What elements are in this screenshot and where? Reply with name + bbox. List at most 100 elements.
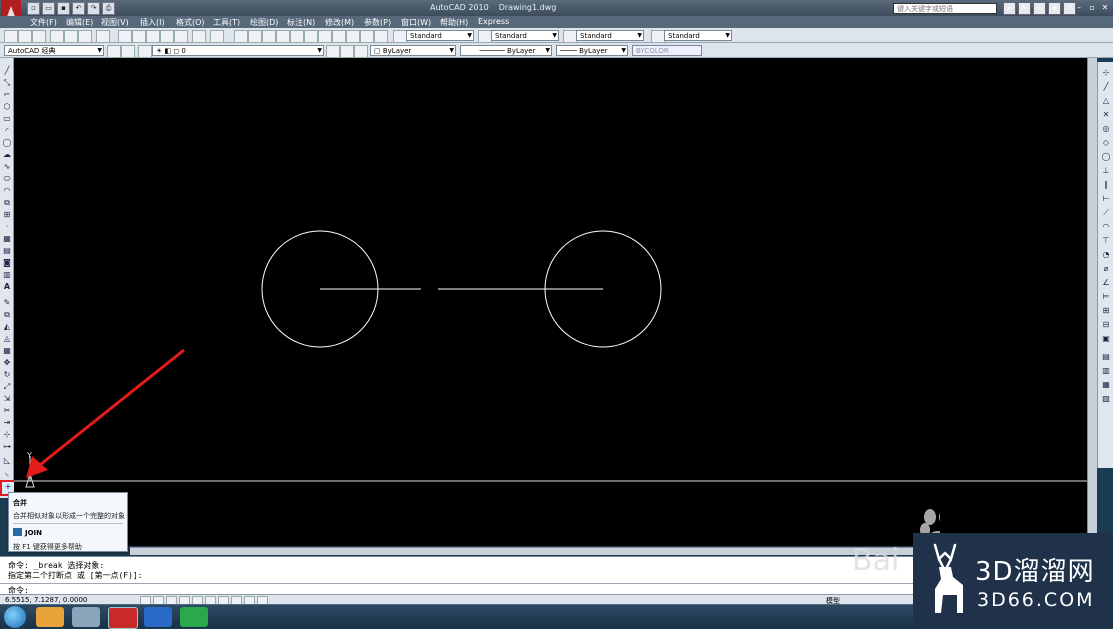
snap-perpendicular-icon[interactable]: ⊥ — [1101, 166, 1111, 176]
region-icon[interactable]: ◙ — [2, 258, 12, 268]
snap-center-icon[interactable]: ◎ — [1101, 124, 1111, 134]
copy-object-icon[interactable]: ⧉ — [2, 310, 12, 320]
rectangle-icon[interactable]: ▭ — [2, 114, 12, 124]
new-icon[interactable]: ▫ — [27, 2, 40, 15]
snap-tangent-icon[interactable]: ◯ — [1101, 152, 1111, 162]
block-editor-icon[interactable] — [174, 30, 188, 43]
sheet-set-icon[interactable] — [332, 30, 346, 43]
redo-icon[interactable]: ↷ — [87, 2, 100, 15]
lineweight-select[interactable]: ──── ByLayer ▼ — [556, 45, 628, 56]
insert-block-icon[interactable]: ⧉ — [2, 198, 12, 208]
dim-diameter-icon[interactable]: ⌀ — [1101, 264, 1111, 274]
dim-aligned-icon[interactable]: ⟋ — [1101, 208, 1111, 218]
table-style-icon[interactable] — [563, 30, 577, 43]
table-icon[interactable]: ▥ — [2, 270, 12, 280]
line-tool-icon[interactable]: ╱ — [2, 66, 12, 76]
dim-continue-icon[interactable]: ⊟ — [1101, 320, 1111, 330]
mleader-style-select[interactable]: Standard ▼ — [664, 30, 732, 41]
hatch-icon[interactable]: ▦ — [2, 234, 12, 244]
offset-icon[interactable]: ◬ — [2, 334, 12, 344]
close-button[interactable]: ✕ — [1100, 2, 1110, 13]
save-icon[interactable]: ▪ — [57, 2, 70, 15]
search-input[interactable]: 键入关键字或短语 — [893, 3, 997, 14]
word-taskbar-icon[interactable] — [144, 607, 172, 627]
open-icon[interactable]: ▭ — [42, 2, 55, 15]
text-style-select[interactable]: Standard ▼ — [406, 30, 474, 41]
layer-previous-icon[interactable] — [340, 45, 354, 58]
layer-isolate-icon[interactable]: ▧ — [1101, 394, 1111, 404]
zoom-window-icon[interactable] — [262, 30, 276, 43]
menu-modify[interactable]: 修改(M) — [325, 17, 354, 28]
autocad-taskbar-icon[interactable] — [108, 607, 138, 629]
menu-draw[interactable]: 绘图(D) — [250, 17, 278, 28]
tool-palettes-icon[interactable] — [318, 30, 332, 43]
color-select[interactable]: ▢ ByLayer ▼ — [370, 45, 456, 56]
drawing-canvas[interactable]: Y — [14, 58, 1087, 546]
arc-icon[interactable]: ◜ — [2, 126, 12, 136]
object-snap-icon[interactable]: ⊹ — [1101, 68, 1111, 78]
dim-ordinate-icon[interactable]: ⊤ — [1101, 236, 1111, 246]
workspace-gear-icon[interactable] — [121, 45, 135, 58]
menu-insert[interactable]: 插入(I) — [140, 17, 165, 28]
rotate-icon[interactable]: ↻ — [2, 370, 12, 380]
menu-file[interactable]: 文件(F) — [30, 17, 57, 28]
undo-toolbar-icon[interactable] — [192, 30, 206, 43]
ellipse-arc-icon[interactable]: ◠ — [2, 186, 12, 196]
quickcalc-icon[interactable] — [360, 30, 374, 43]
save-file-icon[interactable] — [32, 30, 46, 43]
calculator-taskbar-icon[interactable] — [72, 607, 100, 627]
extend-icon[interactable]: ⇥ — [2, 418, 12, 428]
zoom-realtime-icon[interactable] — [248, 30, 262, 43]
layer-properties-icon[interactable] — [138, 45, 152, 58]
pan-icon[interactable] — [234, 30, 248, 43]
vertical-scrollbar[interactable] — [1087, 58, 1097, 546]
match-properties-icon[interactable] — [160, 30, 174, 43]
scale-icon[interactable]: ⤢ — [2, 382, 12, 392]
dim-arc-icon[interactable]: ◠ — [1101, 222, 1111, 232]
trim-icon[interactable]: ✂ — [2, 406, 12, 416]
layers-icon[interactable]: ▤ — [1101, 352, 1111, 362]
preview-icon[interactable] — [64, 30, 78, 43]
tools-icon[interactable]: ✎ — [1018, 2, 1031, 15]
point-icon[interactable]: · — [2, 222, 12, 232]
print-icon[interactable]: ⎙ — [102, 2, 115, 15]
menu-tools[interactable]: 工具(T) — [213, 17, 240, 28]
polygon-icon[interactable]: ⬡ — [2, 102, 12, 112]
mtext-icon[interactable]: A — [2, 282, 12, 292]
snap-parallel-icon[interactable]: ∥ — [1101, 180, 1111, 190]
text-style-icon[interactable] — [393, 30, 407, 43]
polyline-icon[interactable]: ⌐ — [2, 90, 12, 100]
search-icon[interactable]: ⌕ — [1003, 2, 1016, 15]
help-toolbar-icon[interactable] — [374, 30, 388, 43]
menu-express[interactable]: Express — [478, 17, 509, 26]
plot-icon[interactable] — [50, 30, 64, 43]
chamfer-icon[interactable]: ◺ — [2, 456, 12, 466]
wechat-taskbar-icon[interactable] — [180, 607, 208, 627]
restore-button[interactable]: ▫ — [1087, 2, 1097, 13]
linetype-select[interactable]: ────── ByLayer ▼ — [460, 45, 552, 56]
move-icon[interactable]: ✥ — [2, 358, 12, 368]
mleader-style-icon[interactable] — [651, 30, 665, 43]
make-block-icon[interactable]: ⊞ — [2, 210, 12, 220]
quick-dim-icon[interactable]: ⊨ — [1101, 292, 1111, 302]
undo-icon[interactable]: ↶ — [72, 2, 85, 15]
publish-icon[interactable] — [78, 30, 92, 43]
revcloud-icon[interactable]: ☁ — [2, 150, 12, 160]
snap-quadrant-icon[interactable]: ◇ — [1101, 138, 1111, 148]
qnew-icon[interactable] — [4, 30, 18, 43]
layer-states-icon[interactable] — [354, 45, 368, 58]
mirror-icon[interactable]: ◭ — [2, 322, 12, 332]
snap-endpoint-icon[interactable]: ╱ — [1101, 82, 1111, 92]
dim-style-icon[interactable] — [478, 30, 492, 43]
dim-angular-icon[interactable]: ∠ — [1101, 278, 1111, 288]
menu-help[interactable]: 帮助(H) — [440, 17, 468, 28]
ellipse-icon[interactable]: ⬭ — [2, 174, 12, 184]
explorer-taskbar-icon[interactable] — [36, 607, 64, 627]
snap-midpoint-icon[interactable]: △ — [1101, 96, 1111, 106]
paste-icon[interactable] — [146, 30, 160, 43]
3d-dwf-icon[interactable] — [96, 30, 110, 43]
favorites-icon[interactable]: ★ — [1048, 2, 1061, 15]
start-button[interactable] — [4, 606, 26, 628]
properties-icon[interactable] — [290, 30, 304, 43]
open-file-icon[interactable] — [18, 30, 32, 43]
